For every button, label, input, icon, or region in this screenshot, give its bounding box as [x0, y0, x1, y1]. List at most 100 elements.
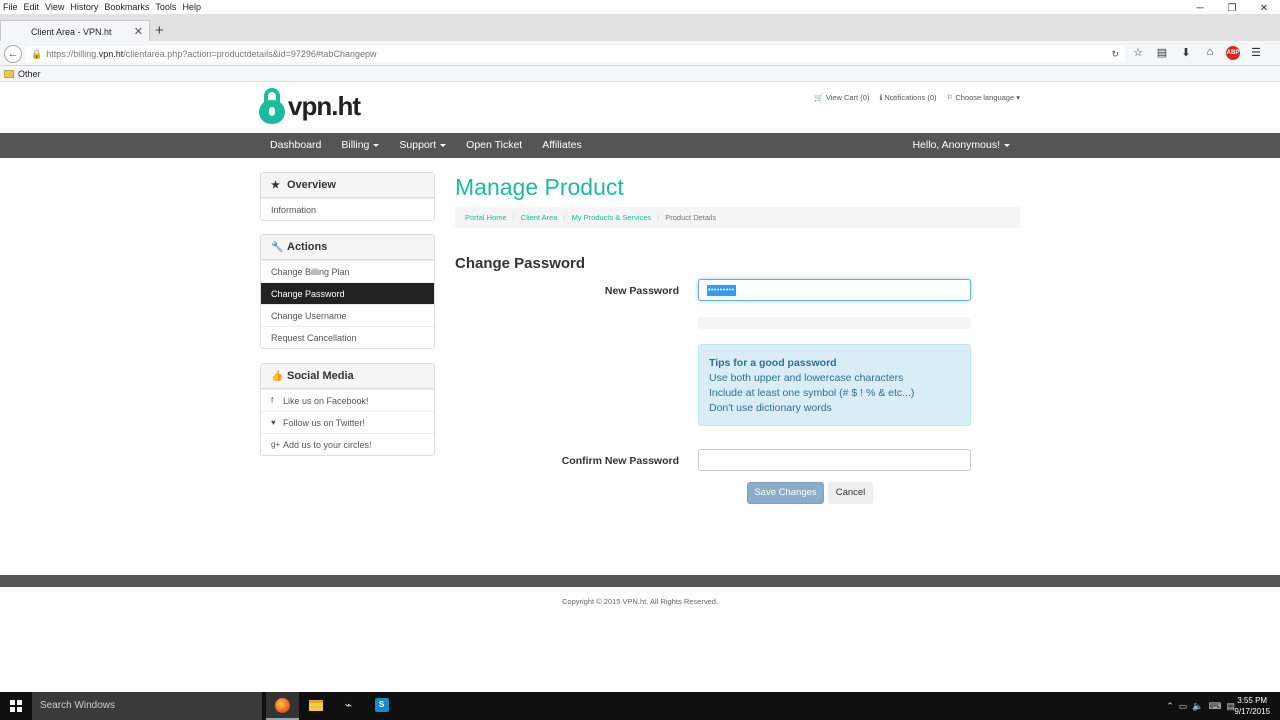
nav-open-ticket[interactable]: Open Ticket: [456, 133, 532, 158]
twitter-icon: ♥: [271, 418, 276, 427]
breadcrumb-product-details: Product Details: [665, 213, 717, 222]
padlock-logo-icon: [259, 88, 285, 124]
site-header: vpn.ht 🛒 View Cart (0) ℹ Notifications (…: [0, 82, 1280, 133]
menu-file[interactable]: File: [0, 2, 21, 12]
browser-tab[interactable]: Client Area - VPN.ht ✕: [0, 20, 150, 42]
tips-title: Tips for a good password: [709, 357, 837, 369]
overview-panel: ★ Overview Information: [260, 172, 435, 221]
url-path: /clientarea.php?action=productdetails&id…: [123, 49, 377, 59]
start-button[interactable]: [0, 692, 32, 720]
adblock-icon[interactable]: ABP: [1226, 46, 1240, 60]
terminal-icon: ⌁: [344, 698, 353, 712]
sidebar-item-change-billing-plan[interactable]: Change Billing Plan: [261, 260, 434, 282]
social-media-panel: 👍 Social Media f Like us on Facebook! ♥ Fo…: [260, 363, 435, 456]
caret-down-icon: [373, 143, 380, 147]
menu-help[interactable]: Help: [179, 2, 204, 12]
save-changes-button[interactable]: Save Changes: [747, 482, 824, 504]
clock-date: 9/17/2015: [1234, 707, 1270, 716]
windows-taskbar: Search Windows ⌁ S ⌃ ▭ 🔈 ⌨ ▤ 3:55 PM 9/1…: [0, 692, 1280, 720]
nav-billing[interactable]: Billing: [331, 133, 389, 158]
taskbar-terminal[interactable]: ⌁: [332, 692, 365, 720]
site-logo[interactable]: vpn.ht: [259, 88, 361, 124]
volume-icon[interactable]: 🔈: [1192, 701, 1203, 712]
menu-history[interactable]: History: [67, 2, 101, 12]
info-icon: ℹ: [879, 93, 883, 102]
breadcrumb-portal-home[interactable]: Portal Home: [465, 213, 507, 222]
cancel-button[interactable]: Cancel: [828, 482, 873, 504]
caret-down-icon: [440, 143, 447, 147]
facebook-icon: f: [271, 396, 274, 405]
taskbar-firefox[interactable]: [266, 692, 299, 720]
clock-time: 3:55 PM: [1237, 696, 1268, 705]
tip-line: Use both upper and lowercase characters: [709, 372, 904, 384]
app-icon: S: [374, 698, 389, 712]
panel-header-overview: ★ Overview: [261, 173, 434, 198]
sidebar-item-facebook[interactable]: f Like us on Facebook!: [261, 389, 434, 411]
breadcrumb-my-products[interactable]: My Products & Services: [572, 213, 652, 222]
confirm-password-input[interactable]: [698, 449, 971, 471]
view-cart-link[interactable]: 🛒 View Cart (0): [814, 93, 869, 102]
firefox-icon: [275, 697, 290, 713]
reload-icon[interactable]: ↻: [1111, 49, 1119, 60]
logo-text: vpn.ht: [288, 90, 361, 121]
google-plus-icon: g+: [271, 440, 281, 449]
menu-view[interactable]: View: [42, 2, 67, 12]
choose-language-link[interactable]: ⚐ Choose language ▾: [947, 93, 1021, 102]
footer-bar: [0, 575, 1280, 587]
password-tips-box: Tips for a good password Use both upper …: [698, 344, 971, 426]
new-tab-icon[interactable]: +: [155, 22, 164, 39]
thumbs-up-icon: 👍: [271, 370, 284, 382]
menu-tools[interactable]: Tools: [152, 2, 179, 12]
wrench-icon: 🔧: [271, 241, 284, 253]
user-menu[interactable]: Hello, Anonymous!: [912, 133, 1010, 158]
notifications-link[interactable]: ℹ Notifications (0): [879, 93, 936, 102]
toolbar-icons: ☆ ▤ ⬇ ⌂ ABP ☰: [1130, 46, 1264, 60]
taskbar-app[interactable]: S: [365, 692, 398, 720]
menu-bookmarks[interactable]: Bookmarks: [101, 2, 152, 12]
system-tray: ⌃ ▭ 🔈 ⌨ ▤: [1166, 692, 1235, 720]
nav-dashboard[interactable]: Dashboard: [260, 133, 331, 158]
breadcrumb: Portal Home / Client Area / My Products …: [455, 207, 1020, 228]
url-prefix: https://billing.: [46, 49, 99, 59]
caret-down-icon: [1004, 143, 1010, 147]
nav-affiliates[interactable]: Affiliates: [532, 133, 592, 158]
url-bar[interactable]: 🔒 https://billing. vpn.ht/clientarea.php?…: [25, 46, 1125, 62]
nav-support[interactable]: Support: [389, 133, 456, 158]
taskbar-apps: ⌁ S: [266, 692, 398, 720]
tip-line: Include at least one symbol (# $ ! % & e…: [709, 387, 915, 399]
sidebar-item-google-plus[interactable]: g+ Add us to your circles!: [261, 433, 434, 455]
taskbar-search[interactable]: Search Windows: [32, 692, 262, 720]
password-strength-bar: [698, 317, 971, 329]
url-domain: vpn.ht: [98, 49, 124, 59]
back-arrow-icon[interactable]: ←: [4, 45, 22, 63]
taskbar-clock[interactable]: 3:55 PM 9/17/2015: [1234, 695, 1270, 717]
sidebar-item-change-username[interactable]: Change Username: [261, 304, 434, 326]
bookmark-folder-other[interactable]: Other: [18, 69, 41, 79]
keyboard-icon[interactable]: ⌨: [1208, 701, 1221, 712]
menu-bar: File Edit View History Bookmarks Tools H…: [0, 0, 1280, 14]
tab-title: Client Area - VPN.ht: [31, 26, 112, 37]
section-title: Change Password: [455, 255, 586, 272]
menu-edit[interactable]: Edit: [21, 2, 43, 12]
sidebar-item-twitter[interactable]: ♥ Follow us on Twitter!: [261, 411, 434, 433]
sidebar-item-information[interactable]: Information: [261, 198, 434, 220]
star-icon[interactable]: ☆: [1130, 46, 1146, 60]
panel-header-actions: 🔧 Actions: [261, 235, 434, 260]
reading-list-icon[interactable]: ▤: [1154, 46, 1170, 60]
close-tab-icon[interactable]: ✕: [134, 25, 143, 38]
breadcrumb-client-area[interactable]: Client Area: [521, 213, 558, 222]
panel-header-social: 👍 Social Media: [261, 364, 434, 389]
taskbar-file-explorer[interactable]: [299, 692, 332, 720]
confirm-password-label: Confirm New Password: [561, 455, 679, 467]
chevron-up-icon[interactable]: ⌃: [1166, 701, 1174, 712]
home-icon[interactable]: ⌂: [1202, 46, 1218, 60]
actions-panel: 🔧 Actions Change Billing Plan Change Pas…: [260, 234, 435, 349]
hamburger-menu-icon[interactable]: ☰: [1248, 46, 1264, 60]
new-password-input[interactable]: •••••••••: [698, 279, 971, 301]
download-icon[interactable]: ⬇: [1178, 46, 1194, 60]
sidebar-item-request-cancellation[interactable]: Request Cancellation: [261, 326, 434, 348]
new-password-label: New Password: [604, 285, 679, 297]
cart-icon: 🛒: [814, 93, 824, 102]
sidebar-item-change-password[interactable]: Change Password: [261, 282, 434, 304]
network-icon[interactable]: ▭: [1179, 701, 1188, 712]
